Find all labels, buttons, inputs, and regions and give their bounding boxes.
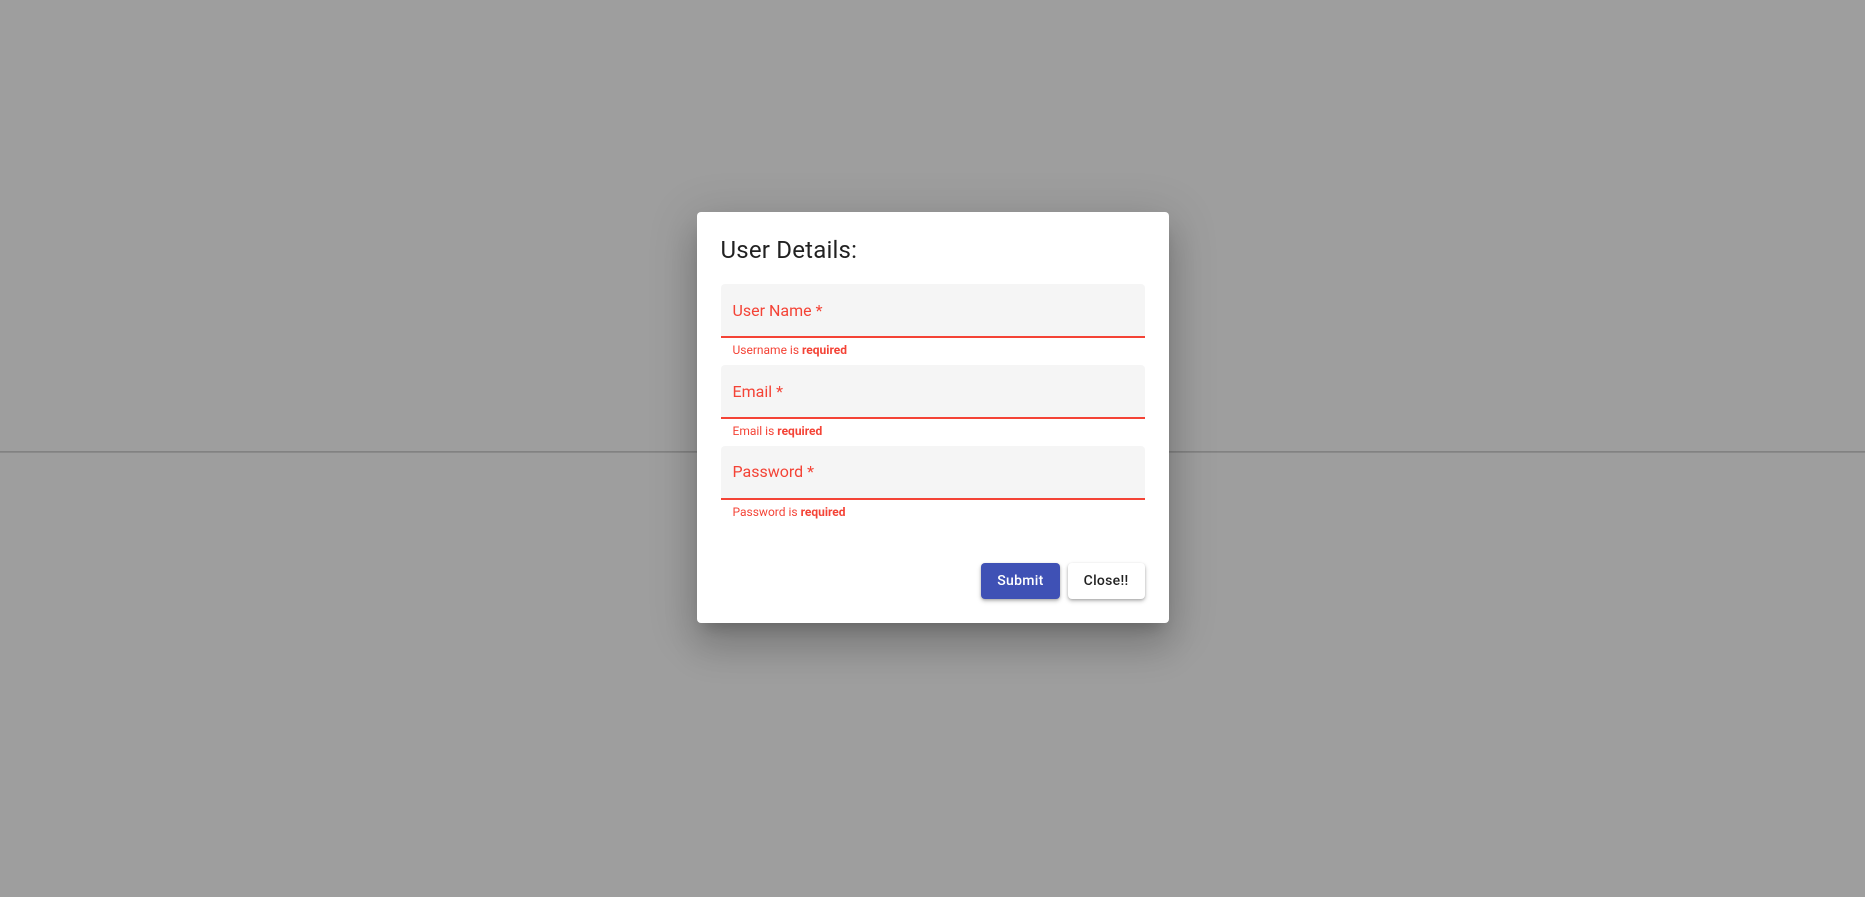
- username-field: User Name * Username is required: [721, 284, 1145, 365]
- email-input[interactable]: [721, 365, 1145, 446]
- password-input[interactable]: [721, 446, 1145, 527]
- password-field: Password * Password is required: [721, 446, 1145, 527]
- email-input-wrap[interactable]: Email *: [721, 365, 1145, 419]
- email-field: Email * Email is required: [721, 365, 1145, 446]
- password-input-wrap[interactable]: Password *: [721, 446, 1145, 500]
- submit-button[interactable]: Submit: [981, 563, 1059, 599]
- user-details-dialog: User Details: User Name * Username is re…: [697, 212, 1169, 622]
- modal-backdrop: User Details: User Name * Username is re…: [0, 0, 1865, 897]
- dialog-title: User Details:: [721, 236, 1145, 264]
- username-input-wrap[interactable]: User Name *: [721, 284, 1145, 338]
- close-button[interactable]: Close!!: [1068, 563, 1145, 599]
- dialog-actions: Submit Close!!: [721, 563, 1145, 599]
- username-input[interactable]: [721, 284, 1145, 365]
